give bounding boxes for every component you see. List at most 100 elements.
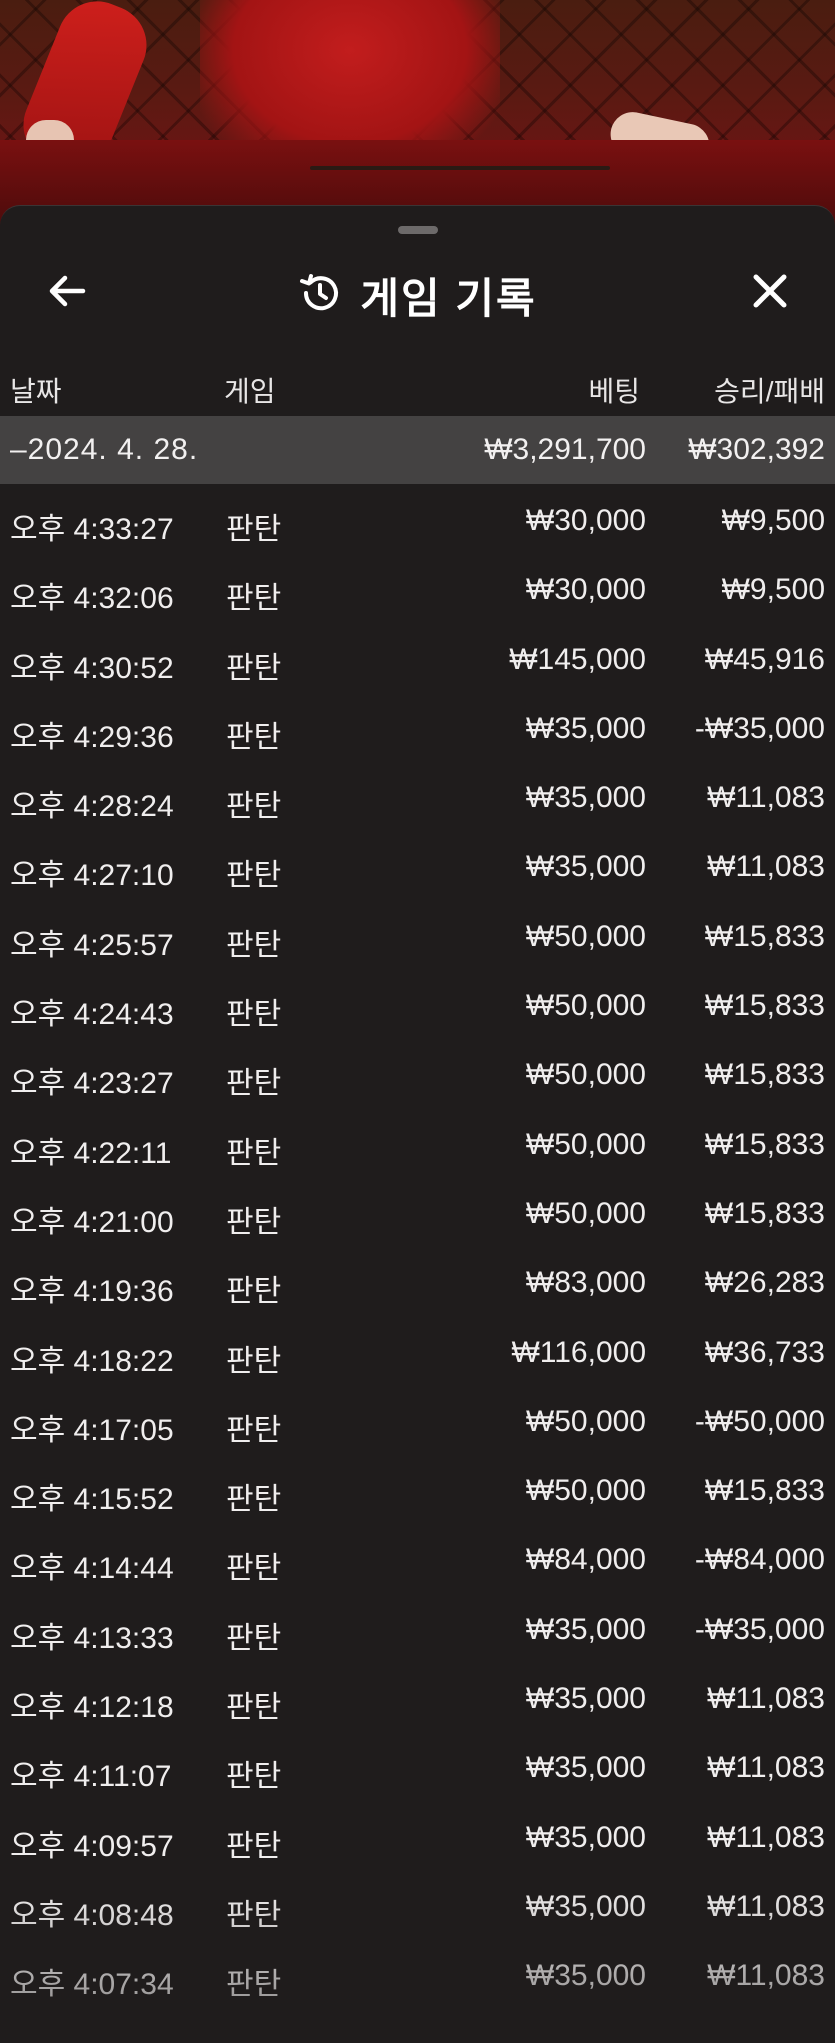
table-row[interactable]: 오후 4:11:07 판탄 ₩35,000 ₩11,083 <box>0 1731 835 1800</box>
row-result: ₩15,833 <box>704 1058 825 1092</box>
table-row[interactable]: 오후 4:29:36 판탄 ₩35,000 -₩35,000 <box>0 692 835 761</box>
table-header: 날짜 게임 베팅 승리/패배 <box>0 356 835 416</box>
row-bet: ₩30,000 <box>525 573 646 607</box>
table-row[interactable]: 오후 4:24:43 판탄 ₩50,000 ₩15,833 <box>0 969 835 1038</box>
table-row[interactable]: 오후 4:12:18 판탄 ₩35,000 ₩11,083 <box>0 1662 835 1731</box>
row-bet: ₩35,000 <box>525 781 646 815</box>
row-game: 판탄 <box>226 790 282 824</box>
table-row[interactable]: 오후 4:22:11 판탄 ₩50,000 ₩15,833 <box>0 1108 835 1177</box>
table-row[interactable]: 오후 4:27:10 판탄 ₩35,000 ₩11,083 <box>0 830 835 899</box>
table-row[interactable]: 오후 4:09:57 판탄 ₩35,000 ₩11,083 <box>0 1801 835 1870</box>
table-row[interactable]: 오후 4:33:27 판탄 ₩30,000 ₩9,500 <box>0 484 835 553</box>
row-game: 판탄 <box>226 582 282 616</box>
row-game: 판탄 <box>226 1829 282 1863</box>
row-time: 오후 4:15:52 <box>10 1483 174 1517</box>
column-header-game: 게임 <box>224 376 276 407</box>
row-bet: ₩50,000 <box>525 1404 646 1438</box>
table-row[interactable]: 오후 4:25:57 판탄 ₩50,000 ₩15,833 <box>0 900 835 969</box>
row-result: ₩11,083 <box>707 1889 825 1923</box>
row-bet: ₩50,000 <box>525 919 646 953</box>
row-result: -₩35,000 <box>694 711 825 745</box>
history-list: 오후 4:33:27 판탄 ₩30,000 ₩9,500 오후 4:32:06 판탄 ₩3… <box>0 484 835 2009</box>
table-row[interactable]: 오후 4:15:52 판탄 ₩50,000 ₩15,833 <box>0 1454 835 1523</box>
row-result: ₩15,833 <box>704 989 825 1023</box>
row-result: ₩26,283 <box>704 1266 825 1300</box>
row-result: ₩45,916 <box>704 642 825 676</box>
row-game: 판탄 <box>226 1344 282 1378</box>
row-result: ₩9,500 <box>721 504 825 537</box>
row-bet: ₩50,000 <box>525 1474 646 1508</box>
close-icon <box>751 272 789 315</box>
row-result: ₩15,833 <box>704 1196 825 1230</box>
row-result: ₩11,083 <box>707 1751 825 1785</box>
row-result: ₩15,833 <box>704 1127 825 1161</box>
row-bet: ₩83,000 <box>525 1266 646 1300</box>
row-result: ₩11,083 <box>707 1820 825 1854</box>
row-game: 판탄 <box>226 1275 282 1309</box>
table-row[interactable]: 오후 4:28:24 판탄 ₩35,000 ₩11,083 <box>0 761 835 830</box>
date-group-total-result: ₩302,392 <box>688 433 825 466</box>
row-result: -₩50,000 <box>694 1404 825 1438</box>
row-time: 오후 4:18:22 <box>10 1344 174 1378</box>
table-row[interactable]: 오후 4:23:27 판탄 ₩50,000 ₩15,833 <box>0 1038 835 1107</box>
row-time: 오후 4:12:18 <box>10 1691 174 1725</box>
row-game: 판탄 <box>226 1552 282 1586</box>
game-history-sheet: 게임 기록 날짜 게임 베팅 승리/패배 –2024. 4. 28. ₩3,29… <box>0 205 835 2043</box>
row-bet: ₩50,000 <box>525 1058 646 1092</box>
date-group-row[interactable]: –2024. 4. 28. ₩3,291,700 ₩302,392 <box>0 416 835 484</box>
row-bet: ₩84,000 <box>525 1543 646 1577</box>
row-game: 판탄 <box>226 1067 282 1101</box>
row-time: 오후 4:11:07 <box>10 1760 172 1794</box>
table-row[interactable]: 오후 4:21:00 판탄 ₩50,000 ₩15,833 <box>0 1177 835 1246</box>
row-bet: ₩35,000 <box>525 1751 646 1785</box>
row-result: ₩36,733 <box>704 1335 825 1369</box>
row-result: -₩35,000 <box>694 1612 825 1646</box>
row-game: 판탄 <box>226 1483 282 1517</box>
close-button[interactable] <box>743 266 797 320</box>
row-game: 판탄 <box>226 1691 282 1725</box>
row-bet: ₩50,000 <box>525 1127 646 1161</box>
row-bet: ₩35,000 <box>525 1682 646 1716</box>
table-row[interactable]: 오후 4:17:05 판탄 ₩50,000 -₩50,000 <box>0 1385 835 1454</box>
date-group-total-bet: ₩3,291,700 <box>484 433 646 466</box>
row-result: ₩11,083 <box>707 1682 825 1716</box>
row-time: 오후 4:27:10 <box>10 859 174 893</box>
sheet-drag-handle[interactable] <box>398 226 438 234</box>
table-row[interactable]: 오후 4:14:44 판탄 ₩84,000 -₩84,000 <box>0 1523 835 1592</box>
table-row[interactable]: 오후 4:07:34 판탄 ₩35,000 ₩11,083 <box>0 1939 835 2008</box>
table-row[interactable]: 오후 4:18:22 판탄 ₩116,000 ₩36,733 <box>0 1316 835 1385</box>
dealer-stick <box>310 166 610 170</box>
row-game: 판탄 <box>226 998 282 1032</box>
row-bet: ₩145,000 <box>509 642 646 676</box>
row-bet: ₩116,000 <box>511 1335 646 1369</box>
row-game: 판탄 <box>226 720 282 754</box>
table-row[interactable]: 오후 4:19:36 판탄 ₩83,000 ₩26,283 <box>0 1246 835 1315</box>
table-row[interactable]: 오후 4:13:33 판탄 ₩35,000 -₩35,000 <box>0 1593 835 1662</box>
column-header-date: 날짜 <box>10 376 62 407</box>
row-game: 판탄 <box>226 1413 282 1447</box>
table-row[interactable]: 오후 4:30:52 판탄 ₩145,000 ₩45,916 <box>0 623 835 692</box>
row-time: 오후 4:28:24 <box>10 790 174 824</box>
row-bet: ₩50,000 <box>525 989 646 1023</box>
history-clock-icon <box>298 271 342 320</box>
column-header-bet: 베팅 <box>588 376 640 407</box>
row-result: ₩9,500 <box>721 573 825 607</box>
row-time: 오후 4:19:36 <box>10 1275 174 1309</box>
row-result: -₩84,000 <box>694 1543 825 1577</box>
row-bet: ₩50,000 <box>525 1196 646 1230</box>
row-bet: ₩35,000 <box>525 711 646 745</box>
row-game: 판탄 <box>226 1136 282 1170</box>
row-game: 판탄 <box>226 859 282 893</box>
row-result: ₩11,083 <box>707 781 825 815</box>
row-game: 판탄 <box>226 513 282 546</box>
row-time: 오후 4:14:44 <box>10 1552 174 1586</box>
row-time: 오후 4:32:06 <box>10 582 174 616</box>
row-time: 오후 4:07:34 <box>10 1968 174 2002</box>
row-game: 판탄 <box>226 928 282 962</box>
table-row[interactable]: 오후 4:32:06 판탄 ₩30,000 ₩9,500 <box>0 553 835 622</box>
row-bet: ₩35,000 <box>525 1820 646 1854</box>
row-result: ₩15,833 <box>704 1474 825 1508</box>
row-bet: ₩35,000 <box>525 1612 646 1646</box>
table-row[interactable]: 오후 4:08:48 판탄 ₩35,000 ₩11,083 <box>0 1870 835 1939</box>
date-group-label: –2024. 4. 28. <box>10 433 199 466</box>
